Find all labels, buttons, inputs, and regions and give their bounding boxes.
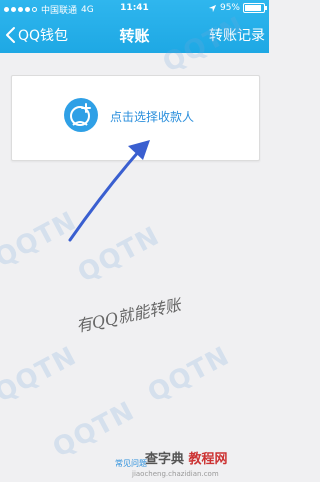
nav-bar: QQ钱包 转账 转账记录 [0, 17, 269, 53]
battery-percent: 95% [219, 3, 240, 13]
battery-icon [243, 3, 267, 13]
watermark-text: QQTN [0, 206, 82, 274]
faq-link[interactable]: 常见问题 [115, 458, 147, 469]
back-label: QQ钱包 [18, 28, 69, 44]
pointer-arrow-annotation [68, 140, 150, 242]
select-recipient-label: 点击选择收款人 [110, 110, 195, 124]
site-brand-name: 查字典 [145, 452, 185, 467]
back-button[interactable]: QQ钱包 [4, 25, 68, 45]
app-header: 中国联通 4G 11:41 95% QQ钱包 转账 转账记录 [0, 0, 269, 53]
site-brand-suffix: 教程网 [188, 452, 228, 467]
status-right: 95% [208, 3, 267, 13]
transfer-history-link[interactable]: 转账记录 [209, 25, 265, 45]
watermark-text: QQTN [143, 341, 235, 409]
chevron-left-icon [6, 27, 15, 43]
slogan-handwriting: 有QQ就能转账 [74, 295, 183, 336]
user-add-icon [64, 98, 98, 132]
watermark-text: QQTN [73, 221, 165, 289]
watermark-text: QQTN [48, 396, 140, 464]
location-icon [208, 4, 217, 12]
site-url: jiaocheng.chazidian.com [132, 470, 219, 478]
watermark-text: QQTN [0, 341, 82, 409]
status-bar: 中国联通 4G 11:41 95% [0, 0, 269, 17]
select-recipient-card[interactable]: 点击选择收款人 [11, 75, 260, 161]
site-brand: 查字典 教程网 [145, 448, 228, 467]
